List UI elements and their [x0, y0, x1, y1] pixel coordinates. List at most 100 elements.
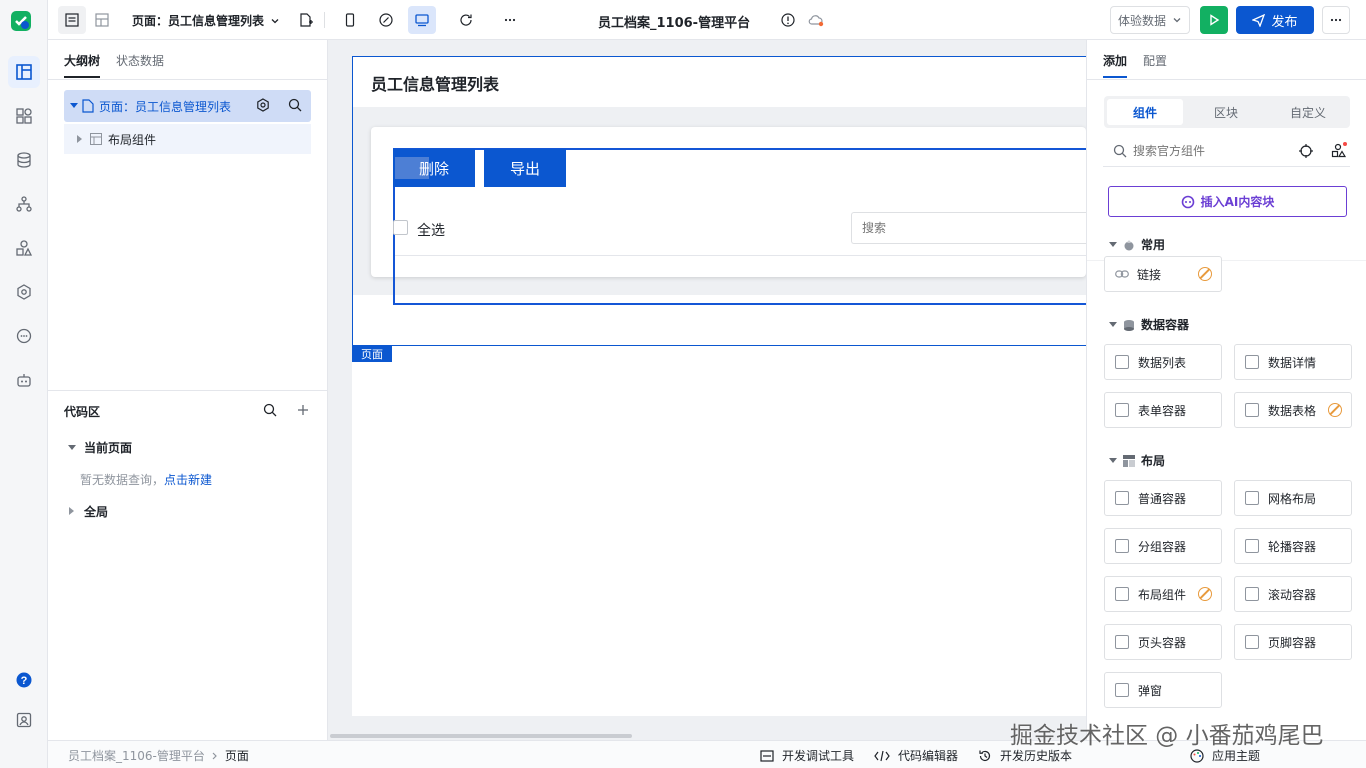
tree-node-layout[interactable]: 布局组件	[64, 124, 311, 154]
component-footer-container[interactable]: 页脚容器	[1234, 624, 1352, 660]
code-current-page[interactable]: 当前页面	[84, 439, 132, 456]
select-all-checkbox[interactable]	[393, 220, 408, 235]
tab-state-data[interactable]: 状态数据	[116, 52, 164, 69]
debug-icon	[760, 749, 774, 762]
component-layout[interactable]: 布局组件	[1104, 576, 1222, 612]
section-common[interactable]: 常用	[1109, 236, 1165, 253]
tab-config[interactable]: 配置	[1143, 52, 1167, 69]
chat-icon[interactable]	[8, 320, 40, 352]
search-input[interactable]	[851, 212, 1086, 244]
delete-button[interactable]: 删除	[393, 149, 475, 187]
layout-component-icon	[90, 133, 102, 145]
component-group-container[interactable]: 分组容器	[1104, 528, 1222, 564]
page-selector-label: 页面：员工信息管理列表	[132, 14, 265, 28]
component-modal[interactable]: 弹窗	[1104, 672, 1222, 708]
component-carousel[interactable]: 轮播容器	[1234, 528, 1352, 564]
component-form-container[interactable]: 表单容器	[1104, 392, 1222, 428]
robot-icon[interactable]	[8, 364, 40, 396]
section-data-container[interactable]: 数据容器	[1109, 316, 1189, 333]
create-query-link[interactable]: 点击新建	[164, 471, 212, 488]
component-data-list[interactable]: 数据列表	[1104, 344, 1222, 380]
refresh-icon[interactable]	[452, 6, 480, 34]
layout-icon[interactable]	[88, 6, 116, 34]
dev-debug-tool[interactable]: 开发调试工具	[760, 747, 854, 764]
database-icon[interactable]	[8, 144, 40, 176]
env-select[interactable]: 体验数据	[1110, 6, 1190, 34]
more-icon[interactable]	[496, 6, 524, 34]
horizontal-scrollbar[interactable]	[330, 734, 632, 738]
components-icon[interactable]	[8, 100, 40, 132]
code-global[interactable]: 全局	[84, 503, 108, 520]
settings-icon[interactable]	[256, 98, 270, 112]
app-logo[interactable]	[10, 10, 32, 32]
more-icon	[1329, 13, 1343, 27]
component-link-label: 链接	[1137, 267, 1162, 282]
caret-down-icon	[1109, 242, 1117, 247]
section-layout[interactable]: 布局	[1109, 452, 1165, 469]
search-icon[interactable]	[288, 98, 302, 112]
tab-add[interactable]: 添加	[1103, 52, 1127, 69]
plugin-icon[interactable]	[8, 276, 40, 308]
code-area-title: 代码区	[64, 405, 101, 419]
component-label: 布局组件	[1138, 587, 1187, 602]
code-editor[interactable]: 代码编辑器	[874, 747, 958, 764]
publish-button[interactable]: 发布	[1236, 6, 1314, 34]
caret-down-icon	[68, 445, 76, 450]
dev-debug-label: 开发调试工具	[782, 749, 855, 763]
publish-label: 发布	[1271, 14, 1298, 30]
insert-ai-block-button[interactable]: 插入AI内容块	[1108, 186, 1347, 217]
shapes-icon[interactable]	[8, 232, 40, 264]
tab-underline	[64, 76, 100, 78]
component-data-detail[interactable]: 数据详情	[1234, 344, 1352, 380]
svg-text:?: ?	[21, 675, 28, 687]
page-list-icon[interactable]	[58, 6, 86, 34]
export-label: 导出	[509, 159, 540, 178]
design-canvas: 员工信息管理列表 删除 导出 全选 页面	[328, 40, 1086, 740]
locate-icon[interactable]	[1299, 144, 1313, 158]
mobile-view-icon[interactable]	[336, 6, 364, 34]
component-label: 分组容器	[1138, 539, 1187, 554]
component-data-table[interactable]: 数据表格	[1234, 392, 1352, 428]
link-view-icon[interactable]	[372, 6, 400, 34]
breadcrumb: 员工档案_1106-管理平台 页面	[68, 747, 249, 764]
info-icon[interactable]	[774, 6, 802, 34]
segment-components[interactable]: 组件	[1107, 99, 1183, 125]
caret-right-icon	[77, 135, 82, 143]
component-search-input[interactable]	[1133, 140, 1283, 162]
layout-icon	[1115, 587, 1129, 601]
grid-icon	[1245, 491, 1259, 505]
tab-outline[interactable]: 大纲树	[64, 52, 100, 69]
segment-custom[interactable]: 自定义	[1269, 99, 1347, 125]
deprecated-icon	[1198, 267, 1212, 281]
component-link[interactable]: 链接	[1104, 256, 1222, 292]
export-button[interactable]: 导出	[484, 149, 566, 187]
divider	[48, 390, 327, 391]
component-scroll-container[interactable]: 滚动容器	[1234, 576, 1352, 612]
outline-icon[interactable]	[8, 56, 40, 88]
breadcrumb-page[interactable]: 页面	[225, 747, 249, 764]
more-menu-button[interactable]	[1322, 6, 1350, 34]
segment-blocks[interactable]: 区块	[1188, 99, 1264, 125]
desktop-view-icon[interactable]	[408, 6, 436, 34]
cloud-sync-icon[interactable]	[802, 6, 830, 34]
app-title: 员工档案_1106-管理平台	[598, 16, 751, 31]
page-selector[interactable]: 页面：员工信息管理列表	[132, 12, 280, 29]
help-icon[interactable]: ?	[8, 664, 40, 696]
palette-icon	[1190, 748, 1204, 763]
tree-node-page[interactable]: 页面：员工信息管理列表	[64, 90, 311, 122]
flow-icon[interactable]	[8, 188, 40, 220]
component-container[interactable]: 普通容器	[1104, 480, 1222, 516]
component-grid-layout[interactable]: 网格布局	[1234, 480, 1352, 516]
search-icon[interactable]	[263, 403, 277, 417]
component-market-icon[interactable]	[1331, 142, 1347, 158]
breadcrumb-app[interactable]: 员工档案_1106-管理平台	[68, 747, 205, 764]
preview-button[interactable]	[1200, 6, 1228, 34]
caret-right-icon	[69, 507, 74, 515]
add-icon[interactable]	[296, 403, 310, 417]
account-icon[interactable]	[8, 704, 40, 736]
component-label: 页头容器	[1138, 635, 1187, 650]
component-header-container[interactable]: 页头容器	[1104, 624, 1222, 660]
component-label: 页脚容器	[1268, 635, 1317, 650]
add-page-icon[interactable]	[292, 6, 320, 34]
code-empty-text: 暂无数据查询，	[80, 473, 165, 487]
